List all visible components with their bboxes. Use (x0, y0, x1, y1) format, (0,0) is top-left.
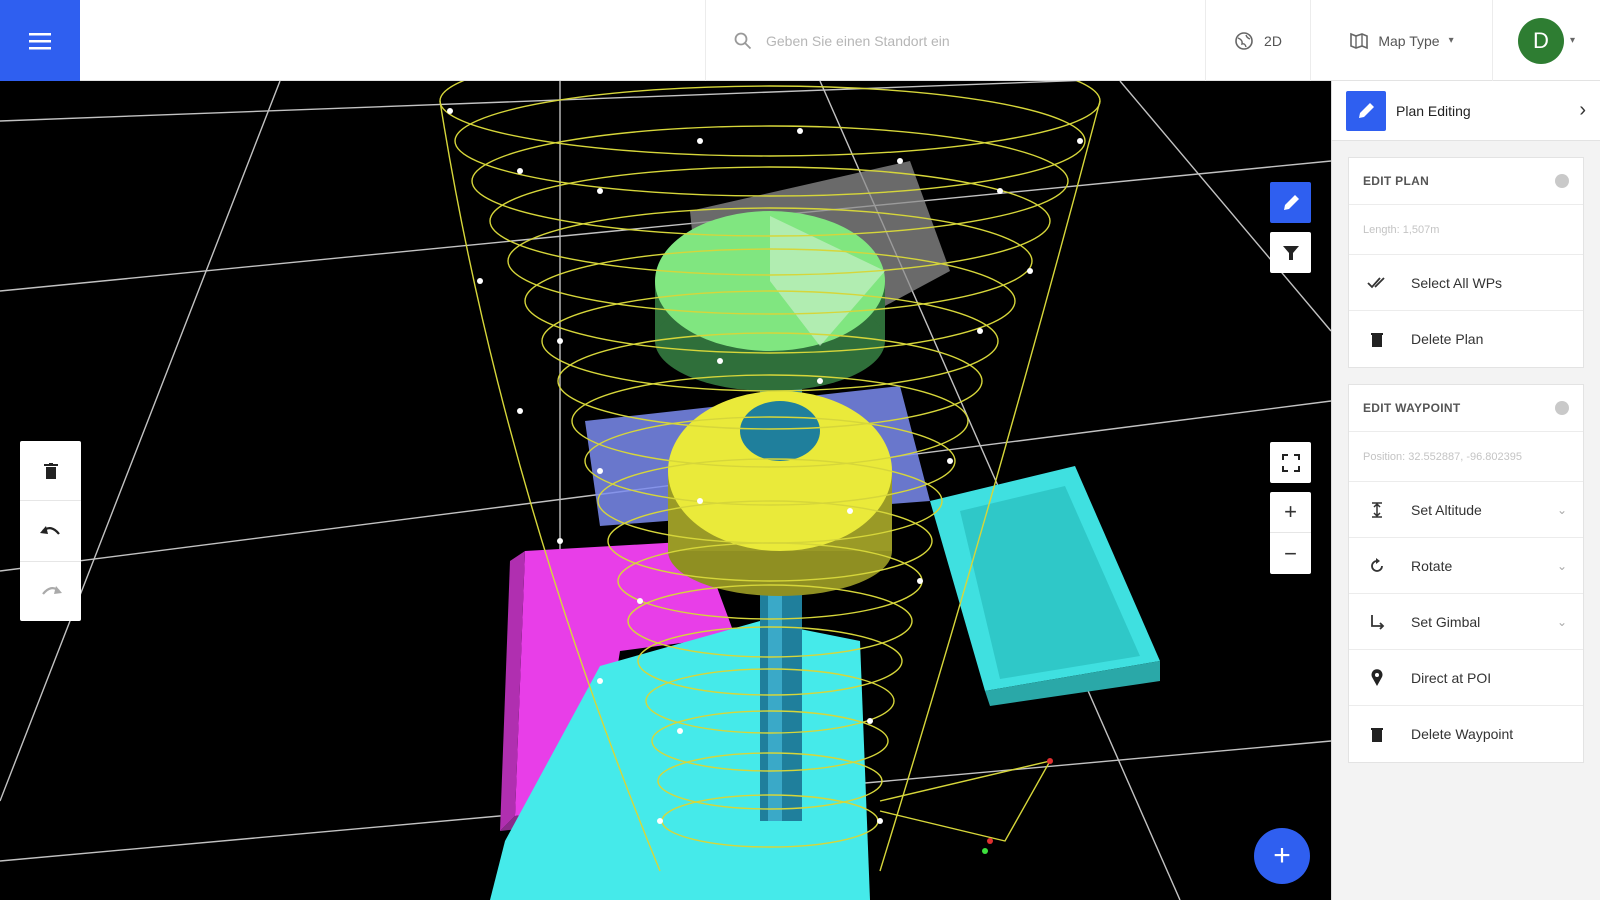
chevron-down-icon: ⌄ (1556, 558, 1567, 573)
direct-at-poi-button[interactable]: Direct at POI (1349, 650, 1583, 706)
filter-icon (1282, 245, 1299, 260)
plan-editing-panel: Plan Editing › EDIT PLAN Length: 1,507m … (1331, 81, 1600, 900)
delete-tool-button[interactable] (20, 441, 81, 502)
globe-icon (1235, 31, 1253, 50)
info-icon[interactable] (1555, 401, 1569, 415)
redo-icon (41, 586, 62, 596)
rotate-icon (1365, 557, 1389, 574)
delete-plan-button[interactable]: Delete Plan (1349, 311, 1583, 367)
panel-title: Plan Editing (1396, 102, 1471, 119)
view-toggle-2d-button[interactable]: 2D (1205, 0, 1310, 81)
set-altitude-button[interactable]: Set Altitude ⌄ (1349, 482, 1583, 538)
cyan-box (930, 466, 1160, 706)
info-icon[interactable] (1555, 174, 1569, 188)
edit-mode-button[interactable] (1270, 182, 1311, 223)
panel-pencil-badge (1346, 90, 1386, 131)
app: 2D Map Type ▾ D ▾ (0, 0, 1600, 900)
edit-waypoint-header: EDIT WAYPOINT (1349, 385, 1583, 432)
trash-icon (1365, 727, 1389, 742)
select-all-waypoints-button[interactable]: Select All WPs (1349, 255, 1583, 311)
altitude-icon (1365, 501, 1389, 518)
plan-length: Length: 1,507m (1349, 205, 1583, 255)
search-icon (734, 32, 752, 49)
chevron-right-icon[interactable]: › (1579, 99, 1586, 122)
zoom-controls: + − (1270, 492, 1311, 574)
top-bar: 2D Map Type ▾ D ▾ (0, 0, 1600, 81)
set-gimbal-label: Set Gimbal (1411, 613, 1481, 630)
chevron-down-icon: ▾ (1569, 35, 1576, 46)
avatar: D (1517, 17, 1564, 64)
pin-icon (1365, 669, 1389, 686)
redo-button[interactable] (20, 562, 81, 621)
undo-icon (39, 525, 60, 535)
undo-button[interactable] (20, 501, 81, 562)
pencil-icon (1359, 102, 1374, 118)
map-view[interactable]: + − + (0, 81, 1331, 900)
trash-icon (43, 462, 58, 479)
delete-waypoint-label: Delete Waypoint (1411, 726, 1514, 742)
delete-plan-label: Delete Plan (1411, 331, 1484, 347)
chevron-down-icon: ⌄ (1556, 614, 1567, 629)
map-type-dropdown[interactable]: Map Type ▾ (1310, 0, 1492, 81)
rotate-button[interactable]: Rotate ⌄ (1349, 538, 1583, 594)
edit-plan-card: EDIT PLAN Length: 1,507m Select All WPs … (1348, 157, 1584, 368)
fullscreen-icon (1281, 453, 1300, 472)
edit-tools-panel (20, 441, 81, 621)
select-all-label: Select All WPs (1411, 274, 1503, 291)
panel-header: Plan Editing › (1332, 81, 1600, 141)
search-input[interactable] (766, 32, 1166, 49)
map-type-label: Map Type (1378, 32, 1440, 49)
hamburger-icon (29, 32, 51, 49)
set-gimbal-button[interactable]: Set Gimbal ⌄ (1349, 594, 1583, 650)
trash-icon (1365, 332, 1389, 347)
set-altitude-label: Set Altitude (1411, 501, 1482, 518)
gimbal-icon (1365, 614, 1389, 630)
menu-button[interactable] (0, 0, 80, 81)
rotate-label: Rotate (1411, 557, 1453, 574)
chevron-down-icon: ⌄ (1556, 502, 1567, 517)
map-icon (1350, 32, 1369, 49)
double-check-icon (1365, 276, 1389, 289)
green-disc (655, 211, 885, 391)
edit-plan-title: EDIT PLAN (1363, 174, 1430, 188)
3d-scene[interactable] (0, 81, 1331, 900)
add-fab-button[interactable]: + (1254, 828, 1310, 884)
view-toggle-label: 2D (1264, 32, 1282, 49)
edit-waypoint-card: EDIT WAYPOINT Position: 32.552887, -96.8… (1348, 384, 1584, 763)
pencil-icon (1283, 194, 1299, 210)
chevron-down-icon: ▾ (1448, 35, 1454, 46)
search-bar (705, 0, 1205, 81)
edit-waypoint-title: EDIT WAYPOINT (1363, 401, 1461, 415)
edit-plan-header: EDIT PLAN (1349, 158, 1583, 205)
zoom-in-button[interactable]: + (1270, 492, 1311, 533)
fullscreen-button[interactable] (1270, 442, 1311, 483)
filter-button[interactable] (1270, 232, 1311, 273)
delete-waypoint-button[interactable]: Delete Waypoint (1349, 706, 1583, 762)
direct-at-poi-label: Direct at POI (1411, 669, 1492, 686)
user-menu[interactable]: D ▾ (1492, 0, 1600, 81)
zoom-out-button[interactable]: − (1270, 533, 1311, 574)
waypoint-position: Position: 32.552887, -96.802395 (1349, 432, 1583, 482)
